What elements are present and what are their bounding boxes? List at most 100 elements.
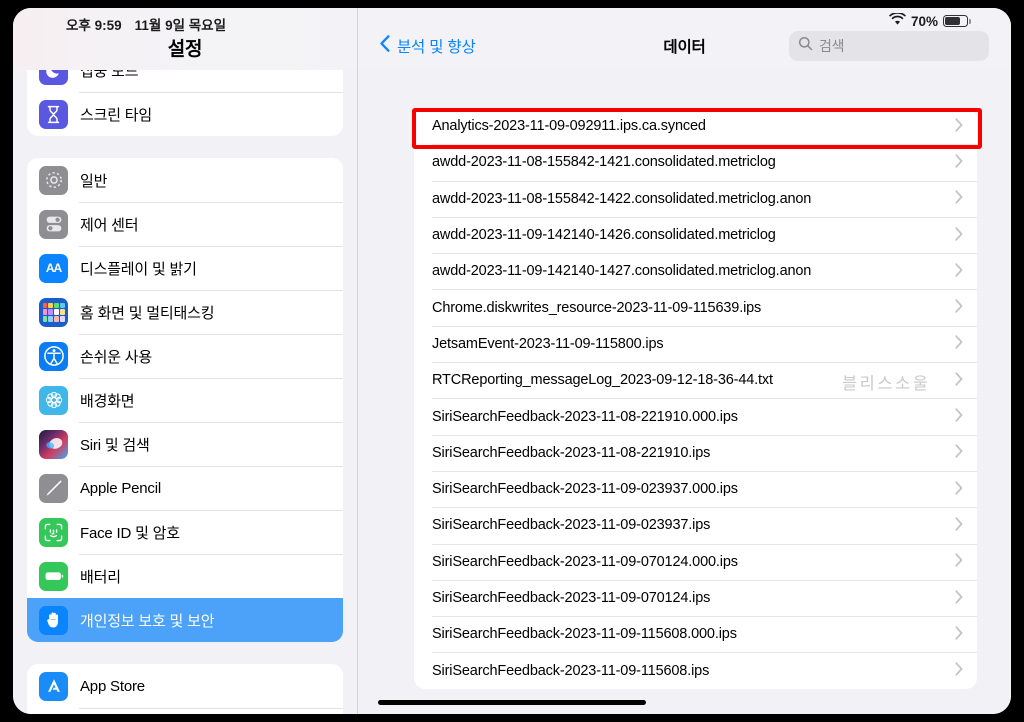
pencil-icon <box>39 473 68 503</box>
sidebar-group: 일반제어 센터 AA 디스플레이 및 밝기홈 화면 및 멀티태스킹손쉬운 사용배경화… <box>27 158 343 642</box>
chevron-right-icon <box>955 372 963 389</box>
search-input-placeholder[interactable]: 검색 <box>819 36 845 56</box>
sidebar-item-label: 제어 센터 <box>80 216 139 234</box>
faceid-icon <box>39 517 68 547</box>
data-file-name: SiriSearchFeedback-2023-11-09-115608.ips <box>432 662 710 679</box>
table-row[interactable]: awdd-2023-11-08-155842-1422.consolidated… <box>414 180 977 217</box>
sidebar-item-App-Store[interactable]: App Store <box>27 664 343 708</box>
table-row[interactable]: SiriSearchFeedback-2023-11-09-070124.000… <box>414 543 977 580</box>
chevron-right-icon <box>955 226 963 244</box>
sidebar-item-배터리[interactable]: 배터리 <box>27 554 343 598</box>
sidebar-item-label: Apple Pencil <box>80 479 161 497</box>
aa-text-icon: AA <box>39 253 68 283</box>
table-row[interactable]: awdd-2023-11-09-142140-1427.consolidated… <box>414 253 977 289</box>
sidebar-scroll-area[interactable]: 집중 모드 스크린 타임 일반 제어 센터 AA 디스플레이 및 밝기 홈 화면 및 멀티태… <box>13 48 357 714</box>
table-row[interactable]: JetsamEvent-2023-11-09-115800.ips <box>414 325 977 362</box>
sidebar-item-label: 일반 <box>80 172 108 190</box>
table-row[interactable]: SiriSearchFeedback-2023-11-09-023937.000… <box>414 470 977 507</box>
hand-raised-icon <box>39 605 68 635</box>
table-row[interactable]: SiriSearchFeedback-2023-11-09-115608.ips <box>414 652 977 688</box>
sidebar-header: 설정 <box>13 8 357 70</box>
table-row[interactable]: SiriSearchFeedback-2023-11-09-023937.ips <box>414 507 977 543</box>
table-row[interactable]: awdd-2023-11-09-142140-1426.consolidated… <box>414 216 977 253</box>
detail-scroll-area[interactable]: Analytics-2023-11-09-092911.ips.ca.synce… <box>358 70 1011 714</box>
chevron-right-icon <box>955 335 963 352</box>
sidebar-item-홈-화면-및-멀티태스킹[interactable]: 홈 화면 및 멀티태스킹 <box>27 290 343 334</box>
table-row[interactable]: Chrome.diskwrites_resource-2023-11-09-11… <box>414 289 977 325</box>
sidebar-item-개인정보-보호-및-보안[interactable]: 개인정보 보호 및 보안 <box>27 598 343 642</box>
data-file-name: awdd-2023-11-08-155842-1422.consolidated… <box>432 190 812 207</box>
table-row[interactable]: SiriSearchFeedback-2023-11-09-070124.ips <box>414 579 977 616</box>
chevron-right-icon <box>955 263 963 280</box>
data-file-name: SiriSearchFeedback-2023-11-09-115608.000… <box>432 626 737 643</box>
sidebar-item-제어-센터[interactable]: 제어 센터 <box>27 202 343 246</box>
sidebar-item-지갑-및-Apple-Pay[interactable]: 지갑 및 Apple Pay <box>27 708 343 714</box>
sidebar-item-label: 손쉬운 사용 <box>80 348 152 366</box>
data-file-name: SiriSearchFeedback-2023-11-09-070124.000… <box>432 553 738 570</box>
chevron-right-icon <box>955 589 963 607</box>
chevron-right-icon <box>955 517 963 534</box>
ipad-device-frame: 오후 9:59 11월 9일 목요일 70% 집중 모드 스크린 타임 일반 제… <box>0 0 1024 722</box>
data-file-name: SiriSearchFeedback-2023-11-09-070124.ips <box>432 590 711 606</box>
table-row[interactable]: awdd-2023-11-08-155842-1421.consolidated… <box>414 144 977 180</box>
data-file-name: awdd-2023-11-09-142140-1427.consolidated… <box>432 263 812 280</box>
table-row[interactable]: SiriSearchFeedback-2023-11-09-115608.000… <box>414 616 977 652</box>
ipad-screen: 오후 9:59 11월 9일 목요일 70% 집중 모드 스크린 타임 일반 제… <box>13 8 1011 714</box>
chevron-right-icon <box>955 117 963 135</box>
sidebar-item-label: 스크린 타임 <box>80 106 152 124</box>
chevron-right-icon <box>955 299 963 316</box>
battery-icon <box>39 561 68 591</box>
sidebar-item-손쉬운-사용[interactable]: 손쉬운 사용 <box>27 334 343 378</box>
data-file-name: SiriSearchFeedback-2023-11-09-023937.ips <box>432 517 711 534</box>
toggles-icon <box>39 209 68 239</box>
search-field[interactable]: 검색 <box>789 31 989 61</box>
settings-sidebar[interactable]: 집중 모드 스크린 타임 일반 제어 센터 AA 디스플레이 및 밝기 홈 화면 및 멀티태… <box>13 8 357 714</box>
chevron-right-icon <box>955 444 963 461</box>
search-icon <box>798 36 813 56</box>
data-file-name: SiriSearchFeedback-2023-11-08-221910.000… <box>432 408 738 425</box>
app-grid-icon <box>39 297 68 327</box>
hourglass-icon <box>39 99 68 129</box>
sidebar-item-Siri-및-검색[interactable]: Siri 및 검색 <box>27 422 343 466</box>
sidebar-group: App Store 지갑 및 Apple Pay <box>27 664 343 714</box>
detail-pane: Analytics-2023-11-09-092911.ips.ca.synce… <box>358 8 1011 714</box>
data-file-name: awdd-2023-11-09-142140-1426.consolidated… <box>432 227 776 244</box>
table-row[interactable]: SiriSearchFeedback-2023-11-08-221910.ips <box>414 434 977 471</box>
table-row[interactable]: SiriSearchFeedback-2023-11-08-221910.000… <box>414 398 977 434</box>
sidebar-item-label: Siri 및 검색 <box>80 436 150 454</box>
sidebar-item-Face-ID-및-암호[interactable]: Face ID 및 암호 <box>27 510 343 554</box>
data-file-name: SiriSearchFeedback-2023-11-08-221910.ips <box>432 444 711 461</box>
chevron-right-icon <box>955 154 963 171</box>
sidebar-item-label: 배터리 <box>80 568 121 586</box>
accessibility-icon <box>39 341 68 371</box>
sidebar-item-스크린-타임[interactable]: 스크린 타임 <box>27 92 343 136</box>
chevron-right-icon <box>955 408 963 425</box>
back-button[interactable]: 분석 및 향상 <box>380 35 476 57</box>
back-button-label: 분석 및 향상 <box>397 39 476 56</box>
chevron-left-icon <box>380 35 390 57</box>
chevron-right-icon <box>955 190 963 207</box>
chevron-right-icon <box>955 662 963 679</box>
sidebar-title: 설정 <box>167 39 203 60</box>
sidebar-item-일반[interactable]: 일반 <box>27 158 343 202</box>
siri-orb-icon <box>39 429 68 459</box>
chevron-right-icon <box>955 480 963 498</box>
analytics-data-list[interactable]: Analytics-2023-11-09-092911.ips.ca.synce… <box>414 108 977 689</box>
sidebar-item-label: 개인정보 보호 및 보안 <box>80 612 215 630</box>
data-file-name: RTCReporting_messageLog_2023-09-12-18-36… <box>432 372 773 389</box>
sidebar-item-배경화면[interactable]: 배경화면 <box>27 378 343 422</box>
data-file-name: Analytics-2023-11-09-092911.ips.ca.synce… <box>432 118 706 135</box>
app-store-icon <box>39 671 68 701</box>
home-indicator[interactable] <box>378 700 646 705</box>
sidebar-item-label: App Store <box>80 677 145 695</box>
data-file-name: Chrome.diskwrites_resource-2023-11-09-11… <box>432 299 762 316</box>
sidebar-item-Apple-Pencil[interactable]: Apple Pencil <box>27 466 343 510</box>
table-row[interactable]: Analytics-2023-11-09-092911.ips.ca.synce… <box>414 108 977 144</box>
sidebar-item-label: 배경화면 <box>80 392 135 410</box>
chevron-right-icon <box>955 626 963 643</box>
table-row[interactable]: RTCReporting_messageLog_2023-09-12-18-36… <box>414 362 977 398</box>
data-file-name: SiriSearchFeedback-2023-11-09-023937.000… <box>432 481 738 498</box>
sidebar-item-디스플레이-및-밝기[interactable]: AA 디스플레이 및 밝기 <box>27 246 343 290</box>
chevron-right-icon <box>955 553 963 570</box>
sidebar-item-label: 홈 화면 및 멀티태스킹 <box>80 304 215 322</box>
